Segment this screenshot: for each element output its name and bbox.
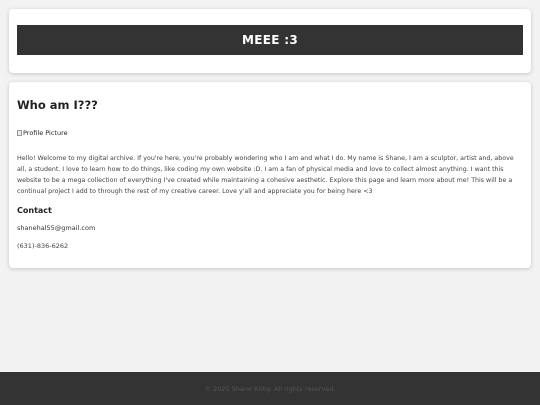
profile-picture-alt-text: Profile Picture: [23, 129, 68, 137]
about-heading: Who am I???: [17, 98, 98, 112]
contact-email: shanehal55@gmail.com: [17, 224, 96, 232]
copyright-text: © 2025 Shane Kirby. All rights reserved.: [204, 384, 336, 393]
contact-phone: (631)-836-6262: [17, 242, 69, 250]
footer: © 2025 Shane Kirby. All rights reserved.: [0, 372, 540, 405]
broken-image-icon: [17, 130, 22, 136]
profile-picture: Profile Picture: [17, 129, 68, 137]
bio-paragraph: Hello! Welcome to my digital archive. If…: [17, 155, 514, 195]
about-card: Who am I??? Profile Picture Hello! Welco…: [9, 82, 531, 268]
header-card: MEEE :3: [9, 9, 531, 73]
contact-heading: Contact: [17, 206, 52, 215]
page-title: MEEE :3: [17, 25, 523, 55]
